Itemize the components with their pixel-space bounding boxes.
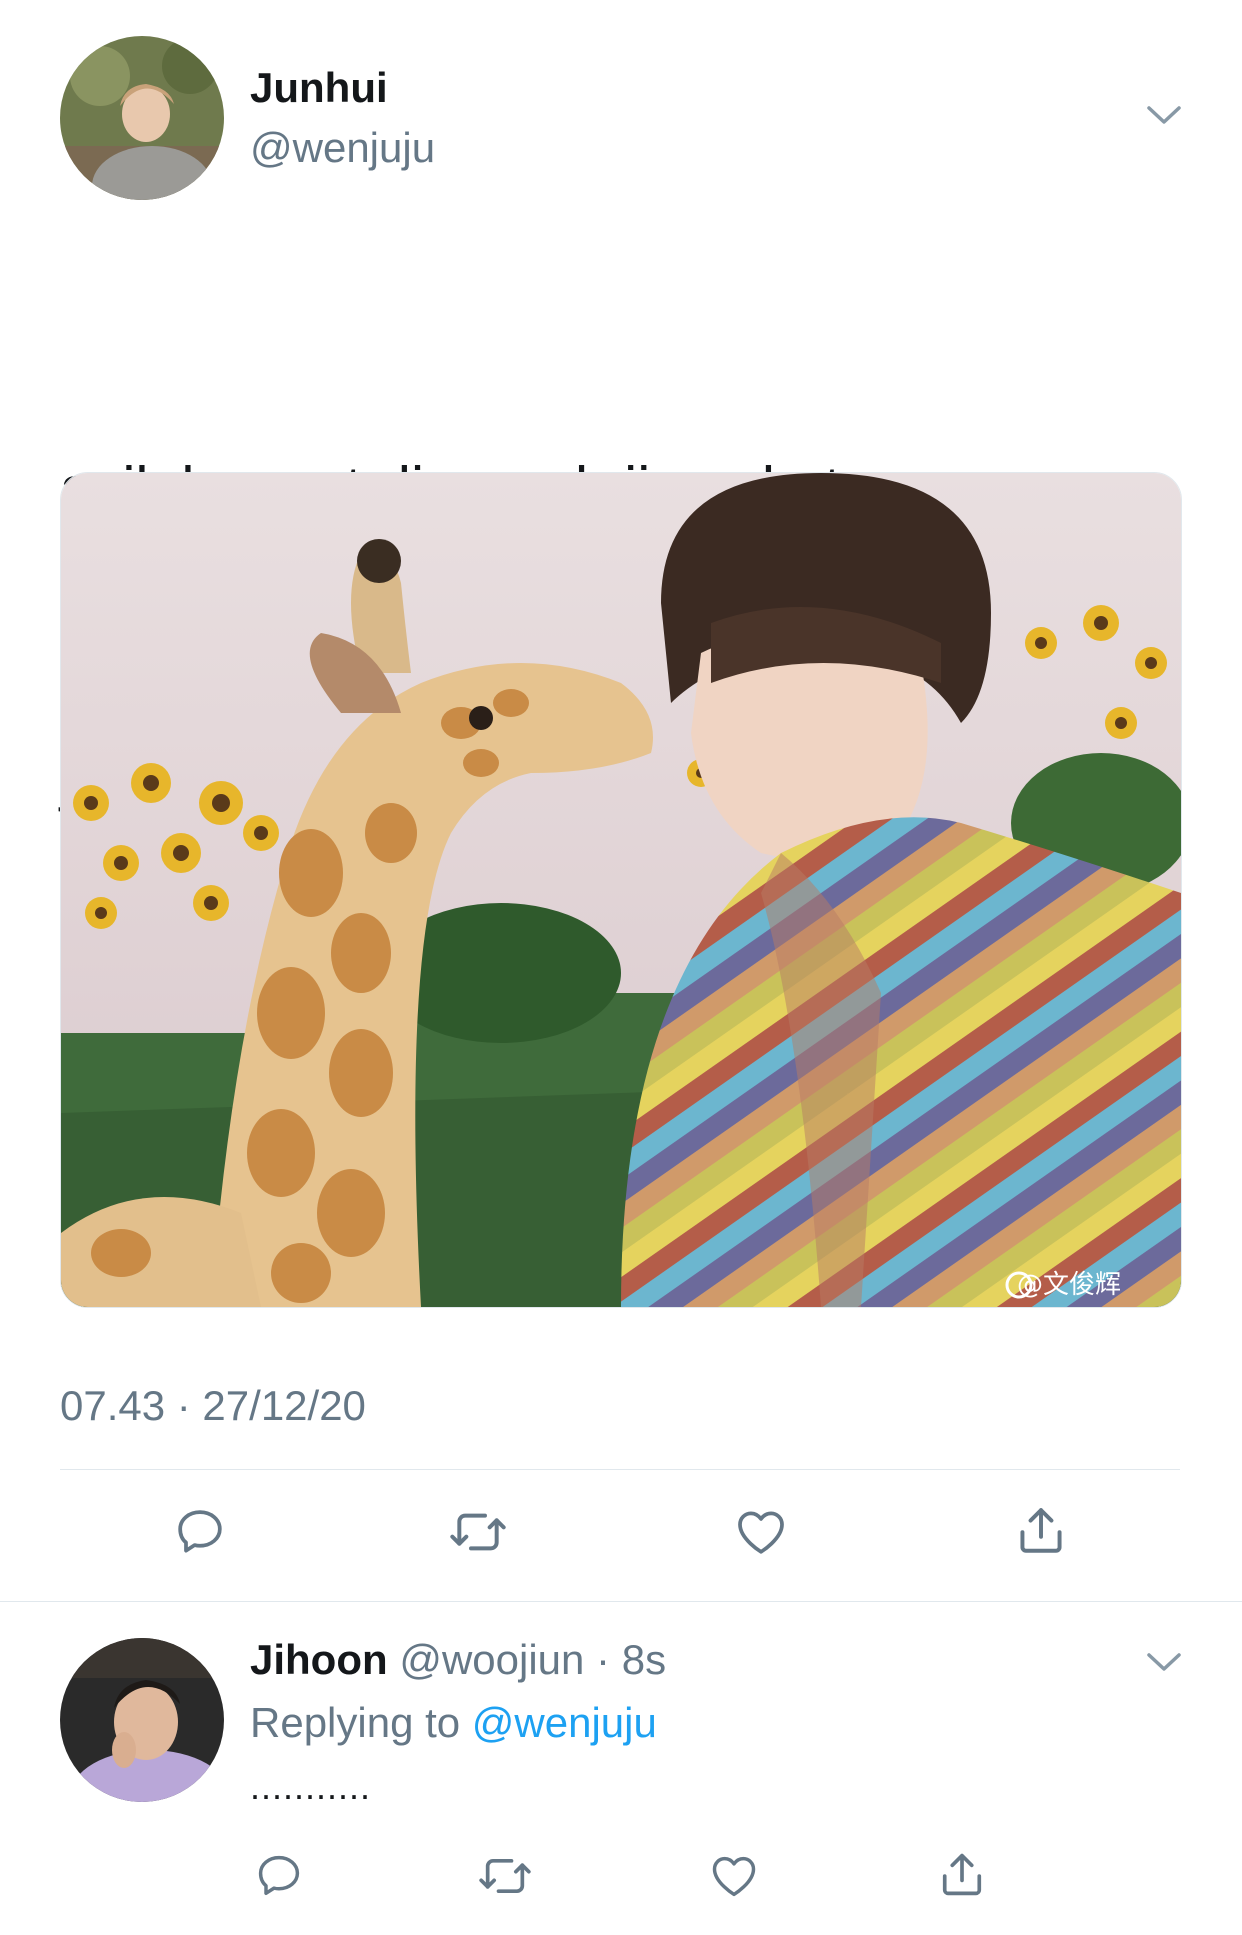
share-icon	[942, 1853, 982, 1896]
like-button[interactable]	[733, 1504, 789, 1560]
author-avatar[interactable]	[60, 36, 224, 200]
giraffe-photo: @文俊辉	[61, 473, 1181, 1307]
chevron-down-icon[interactable]	[1146, 104, 1182, 126]
like-icon	[738, 1511, 784, 1554]
retweet-button[interactable]	[447, 1504, 509, 1560]
divider	[0, 1601, 1242, 1602]
like-icon	[712, 1856, 756, 1897]
reply-like-button[interactable]	[708, 1850, 760, 1902]
reply-author-name[interactable]: Jihoon	[250, 1636, 388, 1683]
replying-to-handle[interactable]: @wenjuju	[472, 1699, 657, 1746]
reply-share-button[interactable]	[936, 1848, 988, 1902]
share-icon	[1020, 1508, 1062, 1553]
divider	[60, 1469, 1180, 1470]
image-watermark: @文俊辉	[1017, 1270, 1121, 1300]
replying-to: Replying to @wenjuju	[250, 1699, 657, 1747]
reply-icon	[258, 1855, 300, 1896]
reply-author-handle[interactable]: @woojiun	[399, 1636, 584, 1683]
reply-retweet-button[interactable]	[476, 1850, 534, 1902]
reply-button[interactable]	[172, 1504, 228, 1560]
share-button[interactable]	[1013, 1502, 1069, 1560]
reply-time: 8s	[621, 1636, 667, 1683]
replying-to-label: Replying to	[250, 1699, 472, 1746]
retweet-icon	[479, 1858, 531, 1894]
reply-text: ...........	[250, 1766, 372, 1807]
tweet-image[interactable]: @文俊辉	[60, 472, 1182, 1308]
reply-separator: ·	[584, 1636, 622, 1683]
retweet-icon	[450, 1513, 506, 1551]
reply-author-avatar[interactable]	[60, 1638, 224, 1802]
tweet-timestamp: 07.43 · 27/12/20	[60, 1382, 366, 1429]
reply-header: Jihoon @woojiun · 8s	[250, 1636, 666, 1684]
author-name[interactable]: Junhui	[250, 64, 388, 112]
reply-icon	[178, 1510, 222, 1553]
chevron-down-icon[interactable]	[1146, 1651, 1182, 1673]
reply-reply-button[interactable]	[253, 1850, 305, 1902]
author-handle[interactable]: @wenjuju	[250, 124, 435, 172]
